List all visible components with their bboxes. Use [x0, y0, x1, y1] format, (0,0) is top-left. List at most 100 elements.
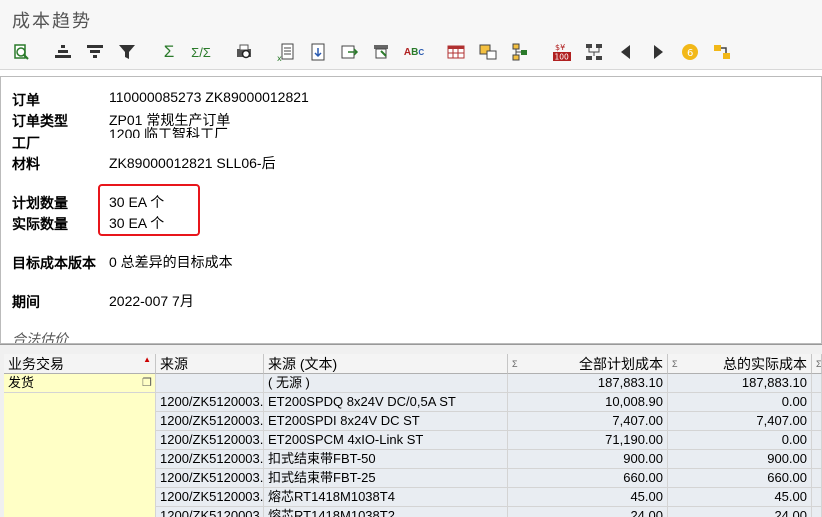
period-value: 2022-007 7月 — [109, 293, 194, 309]
layout-grid-icon[interactable] — [445, 41, 467, 63]
next-icon[interactable] — [647, 41, 669, 63]
cell-source-text[interactable]: 扣式结束带FBT-50 — [264, 450, 508, 469]
word-processing-icon[interactable] — [339, 41, 361, 63]
actual-quantity-label: 实际数量 — [12, 216, 68, 232]
table-row[interactable]: 1200/ZK5120003... 熔芯RT1418M1038T4 45.00 45.… — [0, 488, 822, 507]
switch-view-icon[interactable] — [711, 41, 733, 63]
abc-analysis-icon[interactable]: ABC — [403, 41, 425, 63]
table-row[interactable]: 1200/ZK5120003... 扣式结束带FBT-50 900.00 900.00 — [0, 450, 822, 469]
expand-icon[interactable]: ❐ — [142, 374, 152, 392]
cell-actual-cost[interactable]: 45.00 — [668, 488, 812, 507]
currency-badge-text: 100 — [555, 53, 570, 62]
cell-planned-cost[interactable]: 45.00 — [508, 488, 668, 507]
local-file-icon[interactable] — [307, 41, 329, 63]
cell-source[interactable]: 1200/ZK5120003... — [156, 412, 264, 431]
order-label: 订单 — [12, 92, 40, 108]
cell-source-text[interactable]: 熔芯RT1418M1038T2 — [264, 507, 508, 517]
cell-overflow — [812, 488, 822, 507]
sort-descending-icon[interactable] — [84, 41, 106, 63]
plant-value-clip: 1200 临工智科工厂 — [109, 127, 228, 138]
cell-overflow — [812, 507, 822, 517]
previous-icon[interactable] — [615, 41, 637, 63]
cell-actual-cost[interactable]: 660.00 — [668, 469, 812, 488]
cell-source-text[interactable]: ET200SPDI 8x24V DC ST — [264, 412, 508, 431]
cell-overflow — [812, 431, 822, 450]
cell-source-text[interactable]: ( 无源 ) — [264, 374, 508, 393]
cell-actual-cost[interactable]: 187,883.10 — [668, 374, 812, 393]
target-cost-version-label: 目标成本版本 — [12, 255, 96, 271]
cell-planned-cost[interactable]: 10,008.90 — [508, 393, 668, 412]
order-type-label: 订单类型 — [12, 113, 68, 129]
cell-overflow — [812, 469, 822, 488]
export-excel-icon[interactable]: x — [275, 41, 297, 63]
order-header-panel: 订单 110000085273 ZK89000012821 订单类型 ZP01 … — [0, 76, 822, 344]
info-badge-text: 6 — [687, 48, 693, 59]
window-title: 成本趋势 — [12, 11, 92, 31]
table-row[interactable]: 1200/ZK5120003... ET200SPDQ 8x24V DC/0,5A… — [0, 393, 822, 412]
cell-planned-cost[interactable]: 24.00 — [508, 507, 668, 517]
table-row[interactable]: 1200/ZK5120003... ET200SPDI 8x24V DC ST 7,… — [0, 412, 822, 431]
svg-text:x: x — [277, 54, 282, 62]
currency-icon[interactable]: $¥ 100 — [551, 41, 573, 63]
cell-actual-cost[interactable]: 7,407.00 — [668, 412, 812, 431]
cell-source[interactable]: 1200/ZK5120003... — [156, 469, 264, 488]
sum-icon[interactable]: Σ — [158, 41, 180, 63]
column-header-source-text[interactable]: 来源 (文本) — [264, 354, 508, 374]
send-icon[interactable] — [371, 41, 393, 63]
material-value: ZK89000012821 SLL06-后 — [109, 155, 276, 171]
column-header-transaction[interactable]: 业务交易 ▲ — [4, 354, 156, 374]
cell-source-text[interactable]: ET200SPCM 4xIO-Link ST — [264, 431, 508, 450]
cell-planned-cost[interactable]: 187,883.10 — [508, 374, 668, 393]
cell-overflow — [812, 374, 822, 393]
cell-actual-cost[interactable]: 24.00 — [668, 507, 812, 517]
cell-planned-cost[interactable]: 900.00 — [508, 450, 668, 469]
cell-source[interactable]: 1200/ZK5120003... — [156, 488, 264, 507]
cell-source-text[interactable]: 扣式结束带FBT-25 — [264, 469, 508, 488]
save-layout-icon[interactable] — [509, 41, 531, 63]
period-label: 期间 — [12, 294, 40, 310]
table-row[interactable]: 发货 ❐ ( 无源 ) 187,883.10 187,883.10 — [0, 374, 822, 393]
cell-source[interactable]: 1200/ZK5120003... — [156, 507, 264, 517]
cell-source-text[interactable]: ET200SPDQ 8x24V DC/0,5A ST — [264, 393, 508, 412]
cell-actual-cost[interactable]: 900.00 — [668, 450, 812, 469]
sigma-icon: Σ — [816, 359, 822, 369]
cell-transaction[interactable]: 发货 ❐ — [4, 374, 156, 393]
toolbar: Σ Σ/Σ x ABC $¥ 100 6 — [0, 36, 822, 70]
cell-overflow — [812, 450, 822, 469]
choose-layout-icon[interactable] — [477, 41, 499, 63]
sort-ascending-icon[interactable] — [52, 41, 74, 63]
svg-text:$¥: $¥ — [555, 43, 565, 52]
plant-value: 1200 临工智科工厂 — [109, 127, 229, 138]
hierarchy-icon[interactable] — [583, 41, 605, 63]
cell-planned-cost[interactable]: 71,190.00 — [508, 431, 668, 450]
cell-source-text[interactable]: 熔芯RT1418M1038T4 — [264, 488, 508, 507]
cell-overflow — [812, 412, 822, 431]
cell-source[interactable]: 1200/ZK5120003... — [156, 393, 264, 412]
cell-overflow — [812, 393, 822, 412]
print-preview-icon[interactable] — [233, 41, 255, 63]
cell-source[interactable]: 1200/ZK5120003... — [156, 450, 264, 469]
cell-actual-cost[interactable]: 0.00 — [668, 431, 812, 450]
filter-icon[interactable] — [116, 41, 138, 63]
cell-source[interactable] — [156, 374, 264, 393]
cell-actual-cost[interactable]: 0.00 — [668, 393, 812, 412]
table-row[interactable]: 1200/ZK5120003... 熔芯RT1418M1038T2 24.00 24.… — [0, 507, 822, 517]
table-row[interactable]: 1200/ZK5120003... ET200SPCM 4xIO-Link ST 7… — [0, 431, 822, 450]
sigma-icon: Σ — [672, 359, 678, 369]
sort-indicator-icon: ▲ — [143, 355, 151, 364]
table-row[interactable]: 1200/ZK5120003... 扣式结束带FBT-25 660.00 660.00 — [0, 469, 822, 488]
plant-label: 工厂 — [12, 135, 40, 151]
order-value: 110000085273 ZK89000012821 — [109, 89, 309, 105]
planned-quantity-label: 计划数量 — [12, 195, 68, 211]
target-cost-version-value: 0 总差异的目标成本 — [109, 254, 233, 270]
column-header-planned-cost[interactable]: Σ 全部计划成本 — [508, 354, 668, 374]
column-header-source[interactable]: 来源 — [156, 354, 264, 374]
cell-planned-cost[interactable]: 660.00 — [508, 469, 668, 488]
cell-planned-cost[interactable]: 7,407.00 — [508, 412, 668, 431]
details-icon[interactable] — [10, 41, 32, 63]
valuation-label: 合法估价 — [12, 331, 68, 344]
cell-source[interactable]: 1200/ZK5120003... — [156, 431, 264, 450]
column-header-actual-cost[interactable]: Σ 总的实际成本 — [668, 354, 812, 374]
subtotal-icon[interactable]: Σ/Σ — [190, 41, 212, 63]
info-icon[interactable]: 6 — [679, 41, 701, 63]
